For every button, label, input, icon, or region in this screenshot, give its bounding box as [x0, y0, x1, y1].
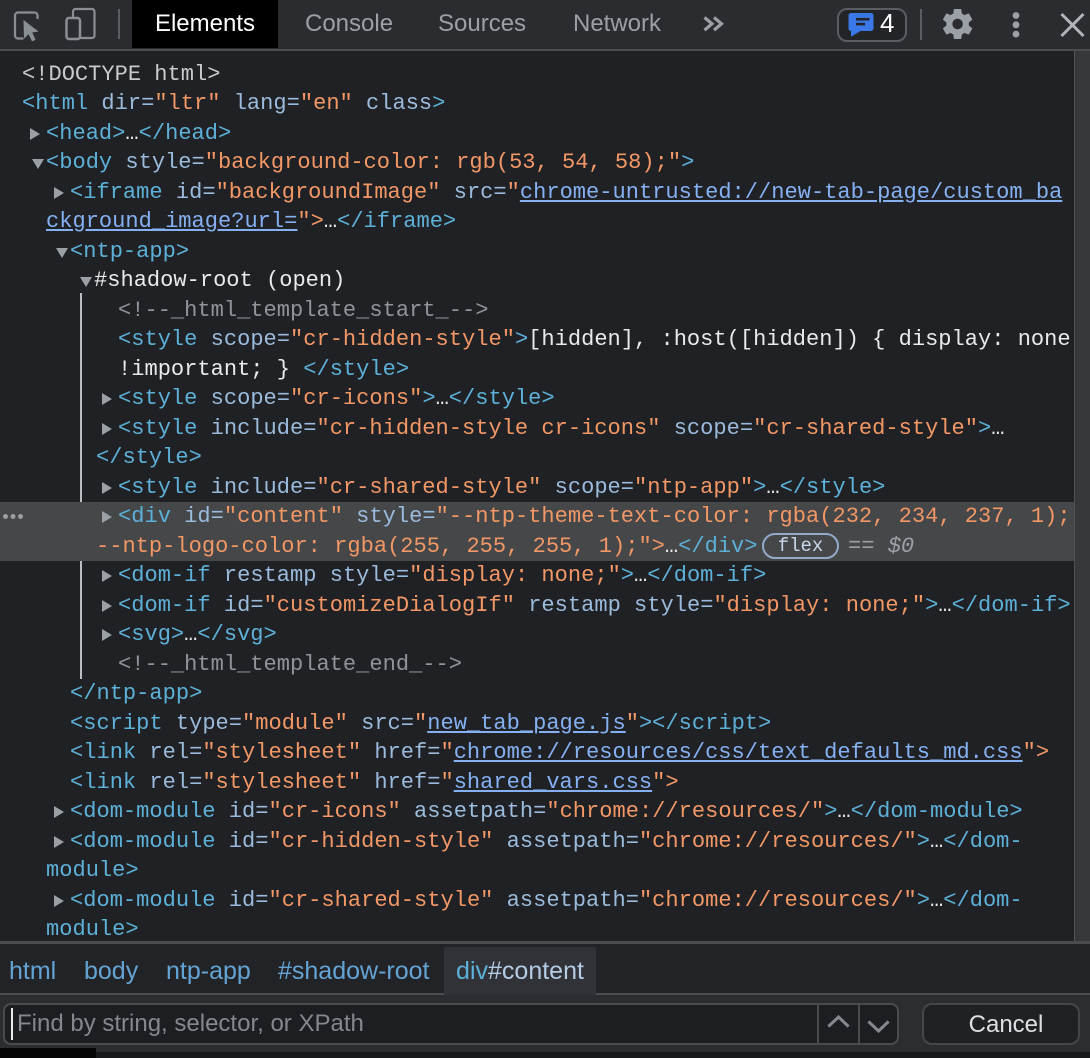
svg-text:4: 4: [880, 8, 894, 38]
